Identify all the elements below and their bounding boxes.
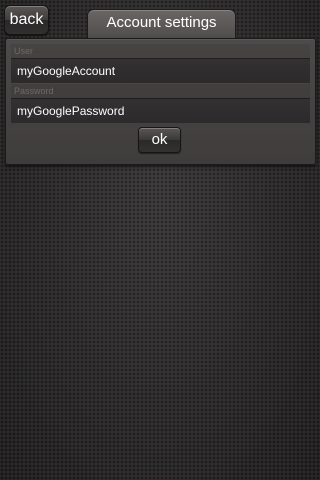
user-label: User <box>11 44 310 58</box>
user-field-group: User myGoogleAccount <box>11 44 310 83</box>
password-input[interactable]: myGooglePassword <box>11 98 310 123</box>
back-button-label: back <box>9 11 44 28</box>
back-button[interactable]: back <box>4 5 49 35</box>
user-input[interactable]: myGoogleAccount <box>11 58 310 83</box>
ok-button[interactable]: ok <box>138 127 181 153</box>
account-settings-panel: User myGoogleAccount Password myGooglePa… <box>5 38 316 165</box>
ok-button-label: ok <box>151 131 168 148</box>
page-title-tab: Account settings <box>87 9 236 40</box>
password-label: Password <box>11 84 310 98</box>
page-title: Account settings <box>106 14 217 31</box>
password-field-group: Password myGooglePassword <box>11 84 310 123</box>
